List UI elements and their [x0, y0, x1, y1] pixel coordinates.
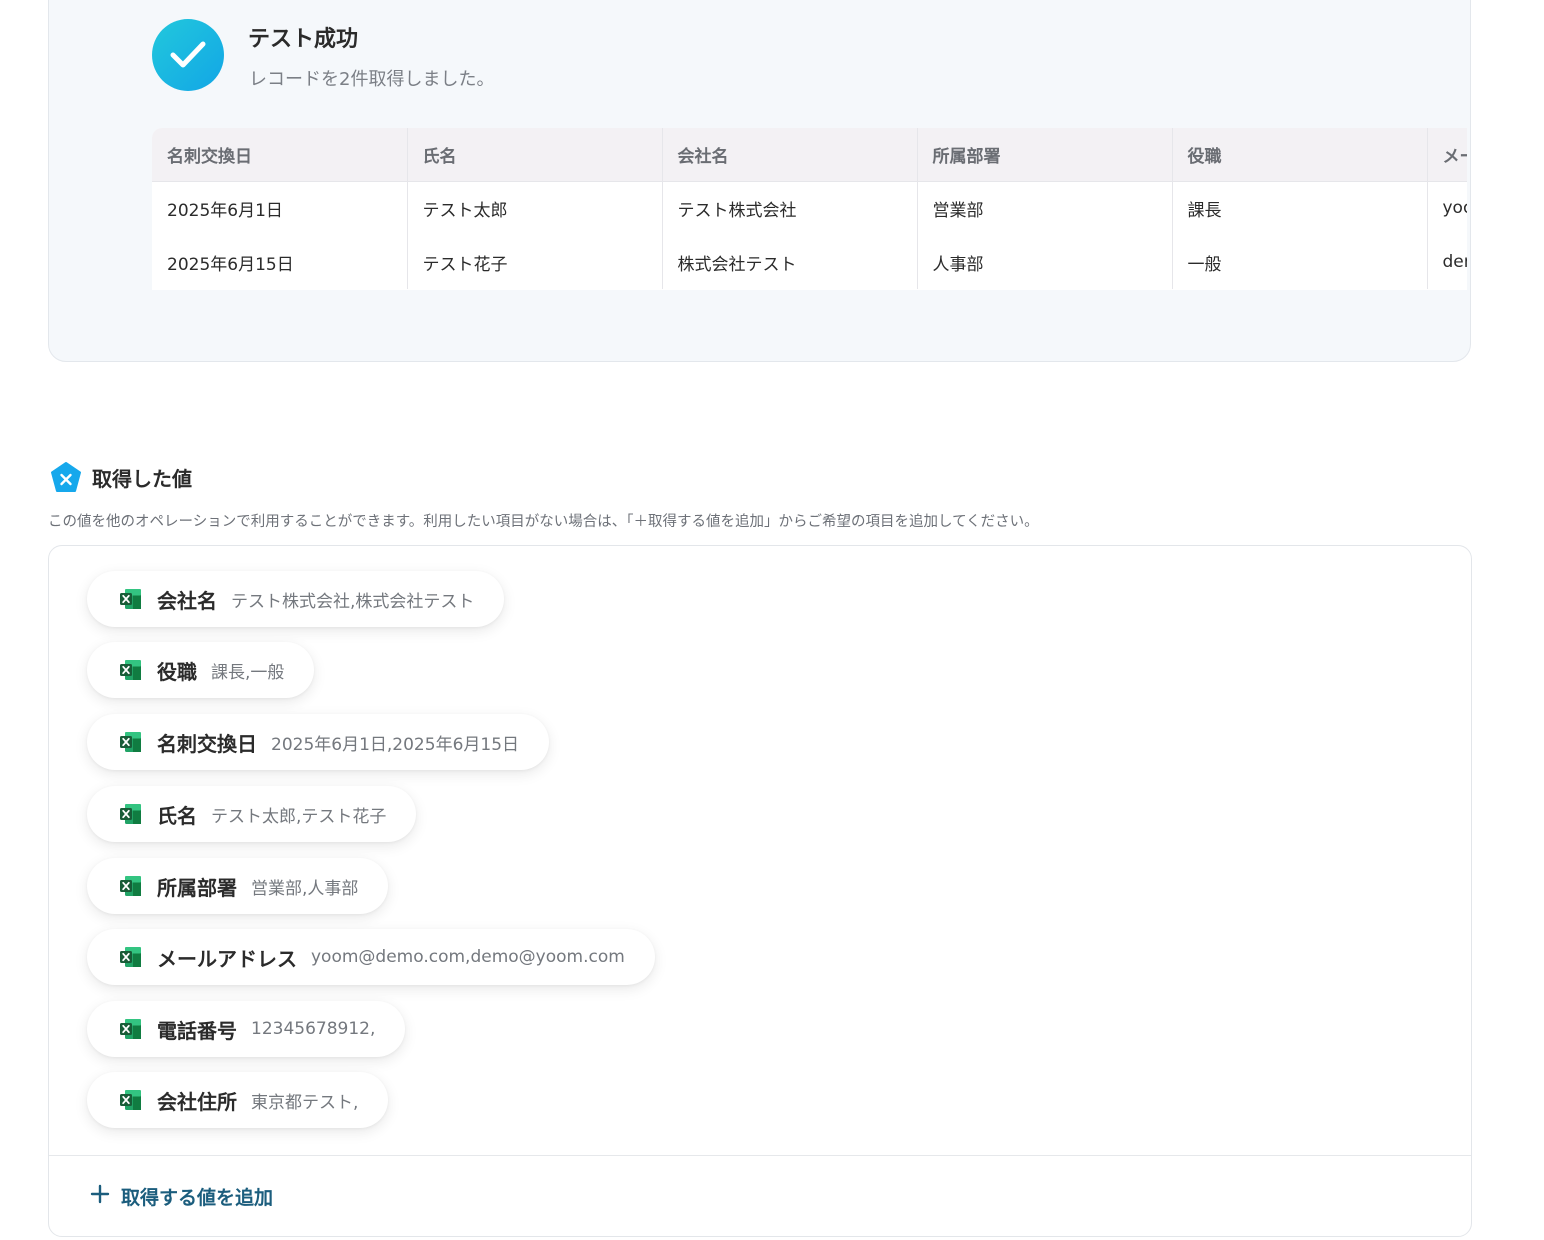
value-chip-value: 12345678912, [251, 1019, 376, 1039]
excel-icon [119, 587, 143, 611]
value-chip-label: 所属部署 [157, 875, 237, 900]
result-title: テスト成功 [248, 27, 359, 52]
column-header: メールアドレス [1426, 128, 1467, 182]
table-row: 2025年6月1日 テスト太郎 テスト株式会社 営業部 課長 yoom@demo… [152, 181, 1467, 235]
acquired-values-panel: 会社名 テスト株式会社,株式会社テスト 役職 課長,一般 名刺交換日 2025年… [48, 545, 1472, 1237]
value-chip-label: 会社名 [157, 588, 217, 613]
table-cell: demo@yoom.com [1426, 235, 1467, 289]
table-cell: 2025年6月15日 [167, 254, 294, 275]
excel-icon [119, 945, 143, 969]
table-cell: 2025年6月1日 [167, 200, 283, 221]
excel-icon [119, 730, 143, 754]
excel-icon [119, 1088, 143, 1112]
records-table[interactable]: 名刺交換日 氏名 会社名 所属部署 役職 メールアドレス 2025年6月1日 テ… [152, 128, 1467, 290]
value-chip-company[interactable]: 会社名 テスト株式会社,株式会社テスト [87, 571, 505, 627]
add-value-label: 取得する値を追加 [121, 1186, 274, 1209]
table-cell: yoom@demo.com [1426, 181, 1467, 235]
value-chip-label: 電話番号 [157, 1018, 237, 1043]
value-chip-label: 役職 [157, 659, 197, 684]
value-chip-phone[interactable]: 電話番号 12345678912, [87, 1001, 406, 1057]
value-chip-value: 2025年6月1日,2025年6月15日 [271, 734, 520, 755]
table-header-row: 名刺交換日 氏名 会社名 所属部署 役職 メールアドレス [152, 128, 1467, 182]
excel-icon [119, 1017, 143, 1041]
value-chip-value: テスト株式会社,株式会社テスト [231, 591, 475, 612]
value-chip-value: yoom@demo.com,demo@yoom.com [311, 947, 625, 967]
table-row: 2025年6月15日 テスト花子 株式会社テスト 人事部 一般 demo@yoo… [152, 235, 1467, 289]
value-chip-department[interactable]: 所属部署 営業部,人事部 [87, 858, 389, 914]
column-header: 役職 [1171, 128, 1427, 182]
plus-icon [89, 1183, 111, 1209]
test-result-card: テスト成功 レコードを2件取得しました。 名刺交換日 氏名 会社名 所属部署 役… [48, 0, 1471, 362]
value-chip-label: 名刺交換日 [157, 731, 257, 756]
value-chip-label: 氏名 [157, 803, 197, 828]
table-cell: テスト太郎 [406, 181, 662, 235]
excel-icon [119, 802, 143, 826]
value-chip-email[interactable]: メールアドレス yoom@demo.com,demo@yoom.com [87, 929, 655, 985]
table-cell: 課長 [1171, 181, 1427, 235]
yoom-variable-icon [50, 462, 82, 498]
table-cell: 株式会社テスト [661, 235, 917, 289]
value-chip-address[interactable]: 会社住所 東京都テスト, [87, 1072, 389, 1128]
column-header: 名刺交換日 [152, 128, 407, 182]
column-header: 氏名 [406, 128, 662, 182]
value-chip-label: 会社住所 [157, 1089, 237, 1114]
table-cell: 営業部 [916, 181, 1172, 235]
value-chip-title[interactable]: 役職 課長,一般 [87, 642, 315, 698]
table-cell: 人事部 [916, 235, 1172, 289]
table-cell: テスト花子 [406, 235, 662, 289]
table-cell: テスト株式会社 [661, 181, 917, 235]
value-chip-value: 営業部,人事部 [251, 878, 359, 899]
excel-icon [119, 658, 143, 682]
column-header: 所属部署 [916, 128, 1172, 182]
value-chip-value: 東京都テスト, [251, 1092, 359, 1113]
table-cell: 一般 [1171, 235, 1427, 289]
value-chip-value: テスト太郎,テスト花子 [211, 806, 387, 827]
excel-icon [119, 874, 143, 898]
panel-divider [49, 1155, 1471, 1156]
value-chip-value: 課長,一般 [211, 662, 285, 683]
section-title: 取得した値 [92, 467, 192, 491]
column-header: 会社名 [661, 128, 917, 182]
result-message: レコードを2件取得しました。 [249, 69, 495, 90]
value-chip-exchange-date[interactable]: 名刺交換日 2025年6月1日,2025年6月15日 [87, 714, 550, 770]
add-value-button[interactable]: 取得する値を追加 [89, 1178, 273, 1214]
value-chip-name[interactable]: 氏名 テスト太郎,テスト花子 [87, 786, 417, 842]
check-circle-icon [152, 19, 224, 91]
value-chip-label: メールアドレス [157, 946, 297, 971]
section-description: この値を他のオペレーションで利用することができます。利用したい項目がない場合は、… [48, 514, 1039, 530]
